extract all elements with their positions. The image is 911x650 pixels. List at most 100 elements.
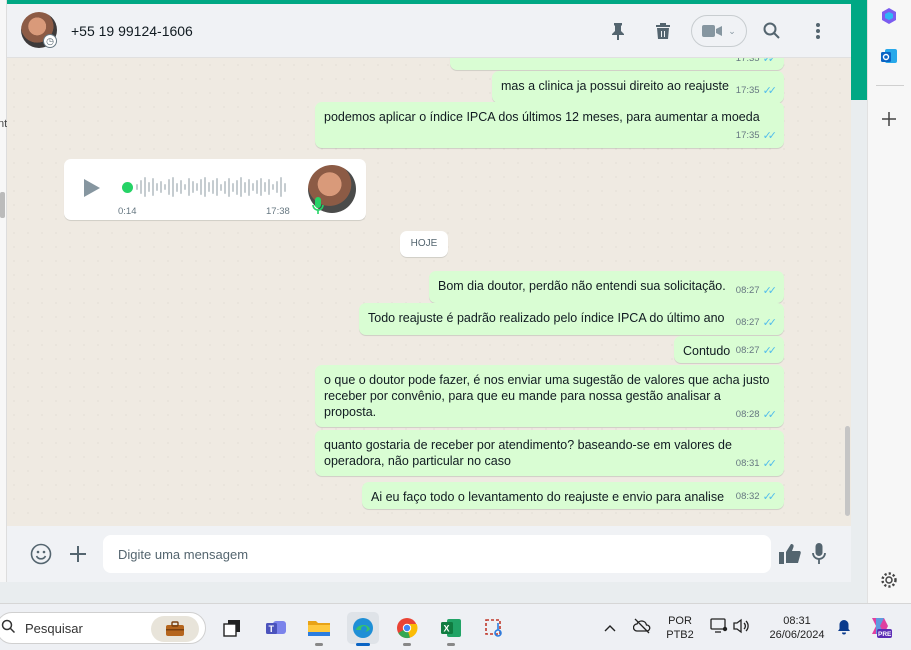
- language-indicator[interactable]: POR PTB2: [664, 614, 696, 642]
- contact-name[interactable]: +55 19 99124-1606: [71, 23, 193, 39]
- settings-gear-icon[interactable]: [878, 569, 900, 591]
- status-clock-icon: ◷: [43, 34, 57, 48]
- search-label: Pesquisar: [25, 621, 83, 636]
- day-divider: HOJE: [400, 231, 448, 257]
- sidebar-divider: [876, 85, 904, 86]
- chevron-down-icon: ⌄: [728, 25, 736, 36]
- svg-text:T: T: [269, 624, 275, 634]
- message-time: 08:27: [735, 285, 760, 296]
- copilot-icon[interactable]: [878, 5, 900, 27]
- file-explorer-icon[interactable]: [303, 612, 335, 646]
- add-icon[interactable]: [878, 108, 900, 130]
- snipping-tool-icon[interactable]: [478, 612, 510, 644]
- read-ticks-icon: ✓✓: [762, 491, 778, 503]
- excel-icon[interactable]: X: [435, 612, 467, 646]
- keyboard-layout: PTB2: [666, 629, 694, 641]
- message-bubble[interactable]: Bom dia doutor, perdão não entendi sua s…: [429, 271, 784, 303]
- message-bubble[interactable]: mas a clinica ja possui direito ao reaju…: [492, 71, 784, 103]
- teams-icon[interactable]: T: [260, 612, 292, 644]
- message-bubble[interactable]: Todo reajuste é padrão realizado pelo ín…: [359, 303, 784, 335]
- voice-message-bubble[interactable]: 0:14 17:38: [64, 159, 366, 220]
- trash-icon[interactable]: [650, 18, 676, 44]
- message-bubble[interactable]: quanto gostaria de receber por atendimen…: [315, 430, 784, 476]
- message-time: 17:35: [735, 85, 760, 96]
- task-view-icon[interactable]: [216, 612, 248, 644]
- message-text: Todo reajuste é padrão realizado pelo ín…: [368, 311, 725, 325]
- read-ticks-icon: ✓✓: [762, 85, 778, 97]
- background-window-edge: nt: [0, 0, 7, 582]
- clock-time: 08:31: [783, 615, 811, 627]
- pin-icon[interactable]: [605, 18, 631, 44]
- notification-bell-icon[interactable]: [837, 619, 851, 638]
- language-code: POR: [668, 615, 692, 627]
- read-ticks-icon: ✓✓: [762, 285, 778, 297]
- message-time: 08:32: [735, 491, 760, 502]
- search-icon: [1, 619, 16, 636]
- read-ticks-icon: ✓✓: [762, 345, 778, 357]
- video-camera-icon: [702, 25, 723, 37]
- copilot-preview-icon[interactable]: PRE: [867, 613, 895, 641]
- running-indicator: [403, 643, 411, 646]
- menu-dots-icon[interactable]: [805, 18, 831, 44]
- running-indicator: [315, 643, 323, 646]
- volume-icon[interactable]: [733, 618, 751, 637]
- mic-icon: [312, 197, 326, 215]
- outlook-icon[interactable]: [878, 45, 900, 67]
- read-ticks-icon: ✓✓: [762, 409, 778, 421]
- play-icon[interactable]: [84, 179, 100, 197]
- chrome-icon[interactable]: [391, 612, 423, 646]
- message-time: 08:27: [735, 345, 760, 356]
- message-bubble[interactable]: podemos aplicar o índice IPCA dos último…: [315, 102, 784, 148]
- message-bubble-partial[interactable]: 17:35 ✓✓: [450, 58, 784, 70]
- message-time: 08:27: [735, 317, 760, 328]
- message-text: quanto gostaria de receber por atendimen…: [324, 438, 732, 468]
- windows-taskbar: Pesquisar T X POR PTB2 08:31 26/06/2024 …: [0, 603, 911, 650]
- message-text: Contudo: [683, 344, 731, 358]
- microphone-icon[interactable]: [807, 542, 831, 566]
- chat-scrollbar[interactable]: [845, 426, 850, 516]
- svg-text:X: X: [444, 624, 450, 634]
- message-text: Ai eu faço todo o levantamento do reajus…: [371, 490, 725, 504]
- message-text: mas a clinica ja possui direito ao reaju…: [501, 79, 729, 93]
- message-bubble[interactable]: Contudo 08:27 ✓✓: [674, 336, 784, 363]
- read-ticks-icon: ✓✓: [762, 58, 778, 65]
- message-text: o que o doutor pode fazer, é nos enviar …: [324, 373, 770, 419]
- message-time: 17:35: [735, 130, 760, 141]
- read-ticks-icon: ✓✓: [762, 317, 778, 329]
- read-ticks-icon: ✓✓: [762, 130, 778, 142]
- message-input[interactable]: [103, 535, 771, 573]
- read-ticks-icon: ✓✓: [762, 458, 778, 470]
- running-indicator: [447, 643, 455, 646]
- active-indicator: [356, 643, 370, 646]
- message-time: 17:35: [735, 58, 760, 64]
- playback-position-dot[interactable]: [122, 182, 133, 193]
- system-clock[interactable]: 08:31 26/06/2024: [762, 614, 832, 642]
- audio-duration: 0:14: [118, 206, 137, 217]
- emoji-icon[interactable]: [29, 542, 53, 566]
- thumbs-up-icon[interactable]: [778, 542, 802, 566]
- chat-messages-area[interactable]: 17:35 ✓✓ mas a clinica ja possui direito …: [7, 58, 851, 526]
- message-bubble[interactable]: Ai eu faço todo o levantamento do reajus…: [362, 482, 784, 509]
- chat-header[interactable]: ◷ +55 19 99124-1606 ⌄: [7, 4, 851, 58]
- attach-plus-icon[interactable]: [66, 542, 90, 566]
- briefcase-icon[interactable]: [151, 616, 199, 642]
- message-time: 08:28: [735, 409, 760, 420]
- browser-sidebar: [867, 0, 911, 603]
- message-bubble[interactable]: o que o doutor pode fazer, é nos enviar …: [315, 365, 784, 427]
- edge-browser-icon[interactable]: [347, 612, 379, 646]
- chevron-up-icon[interactable]: [604, 619, 616, 635]
- search-icon[interactable]: [759, 18, 785, 44]
- message-time: 08:31: [735, 458, 760, 469]
- display-icon[interactable]: [710, 618, 728, 637]
- message-time: 17:38: [266, 206, 290, 217]
- video-call-button[interactable]: ⌄: [691, 15, 747, 47]
- taskbar-search[interactable]: Pesquisar: [0, 612, 206, 644]
- accent-side: [851, 0, 867, 100]
- clock-date: 26/06/2024: [769, 629, 825, 641]
- side-panel: [851, 100, 867, 582]
- audio-waveform[interactable]: [136, 175, 286, 199]
- message-composer: [7, 526, 851, 582]
- background-window-control: [0, 192, 5, 218]
- cloud-offline-icon[interactable]: [632, 618, 651, 637]
- message-text: Bom dia doutor, perdão não entendi sua s…: [438, 279, 726, 293]
